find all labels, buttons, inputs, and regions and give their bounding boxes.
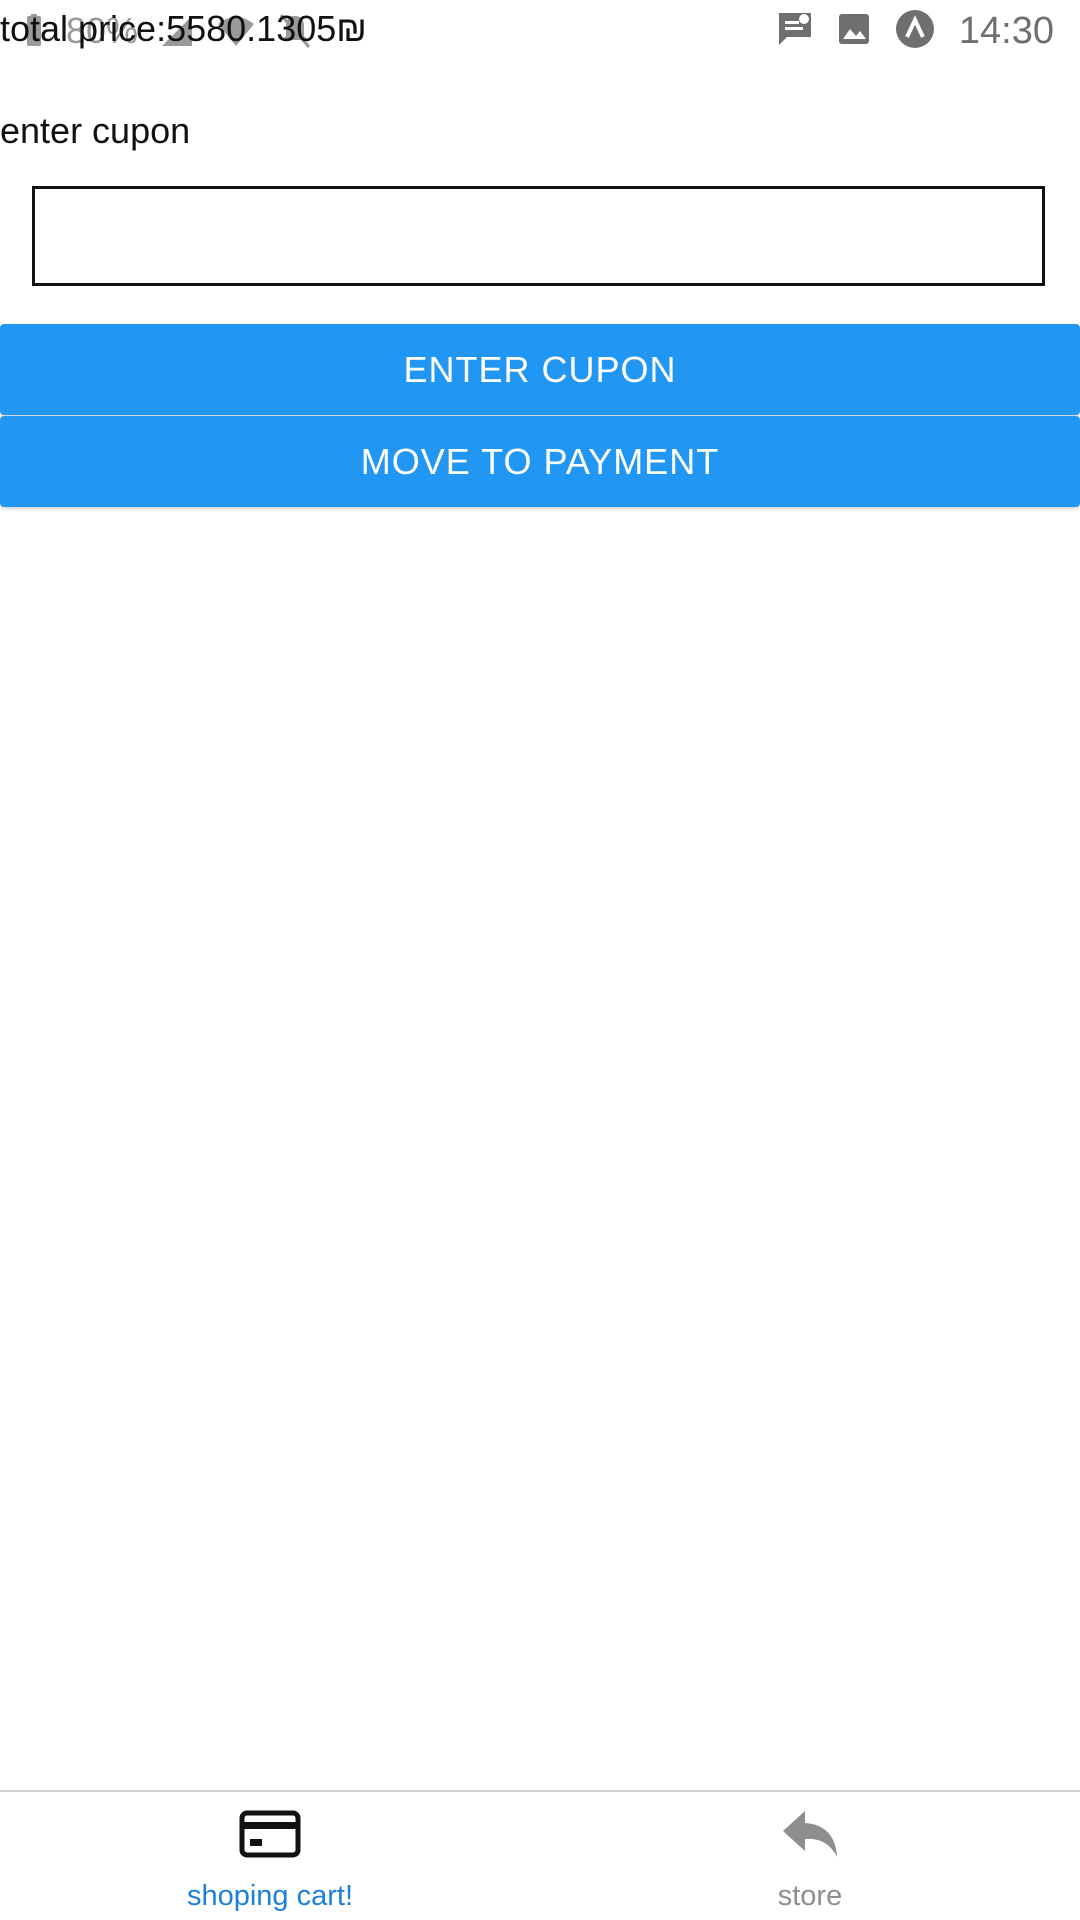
- coupon-label: enter cupon: [0, 110, 191, 151]
- enter-coupon-button[interactable]: ENTER CUPON: [0, 324, 1080, 415]
- credit-card-icon: [239, 1808, 301, 1860]
- app-screen: 80% total price:5580.1305₪ 14:30 enter c…: [0, 0, 1080, 1920]
- app-notification-icon: [895, 9, 935, 54]
- total-price: total price:5580.1305₪: [0, 8, 367, 49]
- message-notification-icon: [777, 11, 813, 52]
- move-to-payment-button[interactable]: MOVE TO PAYMENT: [0, 416, 1080, 507]
- status-bar: 80% total price:5580.1305₪ 14:30: [0, 0, 1080, 62]
- tab-shopping-cart-label: shoping cart!: [186, 1880, 354, 1912]
- reply-arrow-icon: [781, 1808, 839, 1860]
- coupon-input[interactable]: [32, 186, 1045, 286]
- status-time: 14:30: [958, 9, 1054, 52]
- bottom-tab-bar: shoping cart! store: [0, 1790, 1080, 1920]
- tab-store[interactable]: store: [540, 1792, 1080, 1920]
- image-notification-icon: [837, 12, 871, 51]
- tab-store-label: store: [777, 1880, 843, 1912]
- tab-shopping-cart[interactable]: shoping cart!: [0, 1792, 540, 1920]
- status-right-icons: 14:30: [777, 8, 1054, 54]
